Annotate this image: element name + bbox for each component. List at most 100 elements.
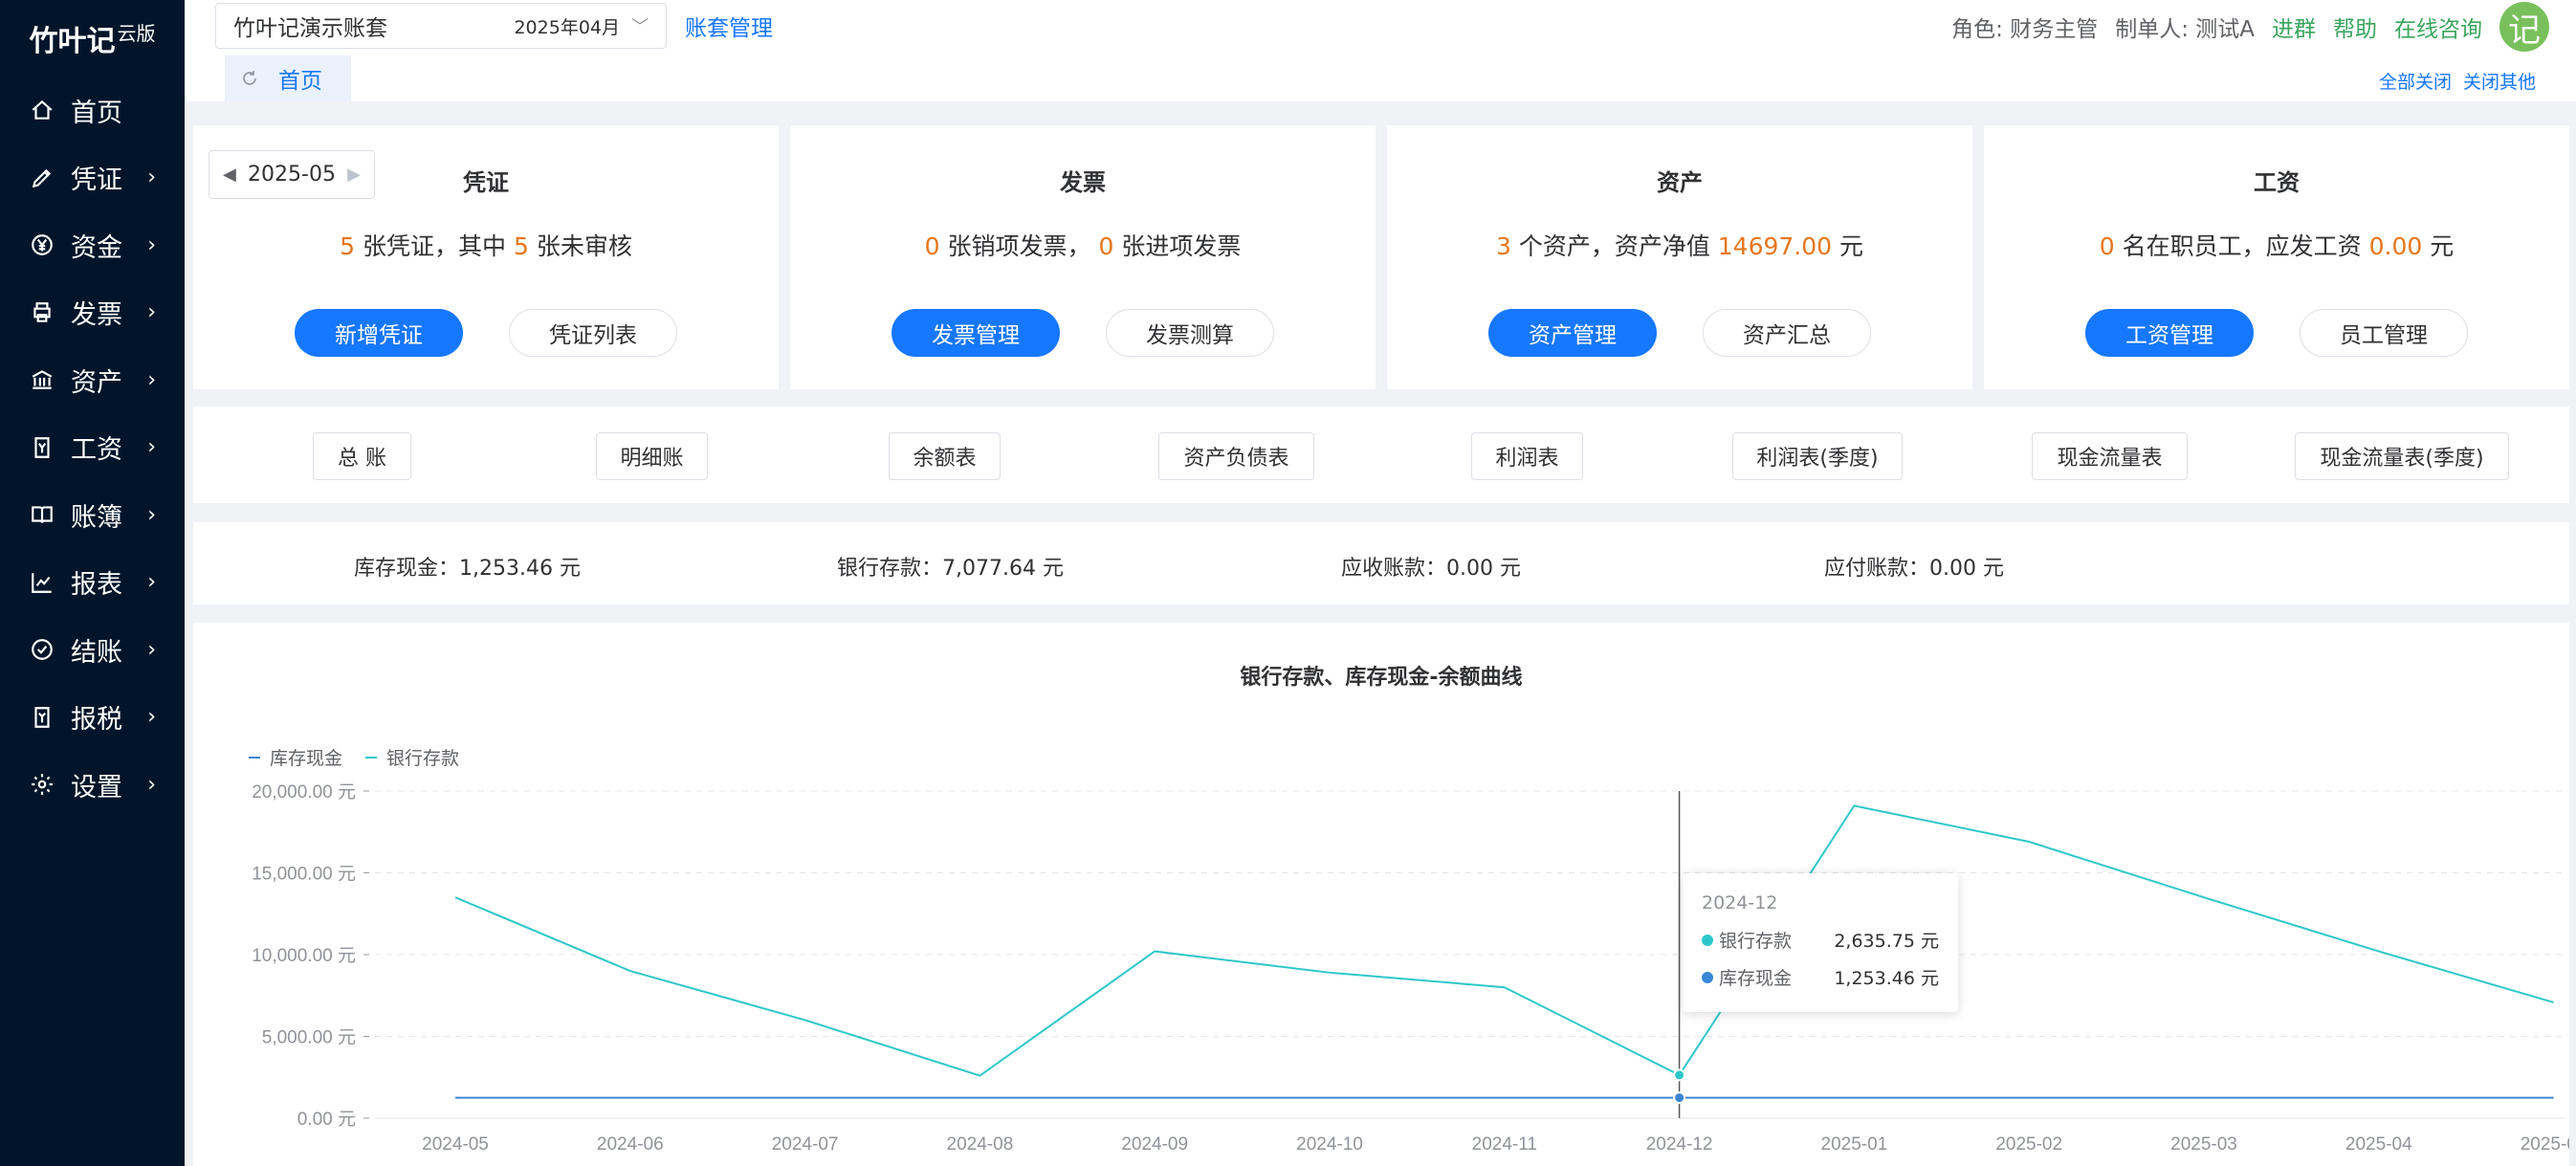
y-tick-label: 20,000.00 元 — [252, 782, 356, 803]
invoice-manage-button[interactable]: 发票管理 — [892, 309, 1060, 357]
x-tick-label: 2024-07 — [772, 1134, 839, 1155]
x-tick-label: 2024-10 — [1296, 1134, 1363, 1155]
tooltip-bank-value: 2,635.75 元 — [1834, 931, 1939, 952]
invoice-stat-text2: 张进项发票 — [1113, 232, 1242, 260]
cash-dot-icon — [1702, 971, 1713, 983]
report-income-quarterly-button[interactable]: 利润表(季度) — [1732, 432, 1903, 480]
y-tick-label: 10,000.00 元 — [252, 946, 356, 966]
sidebar: 竹叶记 云版 首页 凭证 › 资金 › 发票 › 资产 › 工资 › 账簿 › 报表 › 结账 › 报税 › 设置 › — [0, 0, 185, 1166]
tab-home[interactable]: 首页 — [225, 55, 351, 101]
asset-stat: 3 个资产，资产净值 14697.00 元 — [1387, 228, 1972, 262]
report-detail-ledger-button[interactable]: 明细账 — [596, 432, 708, 480]
voucher-list-button[interactable]: 凭证列表 — [509, 309, 677, 357]
brand-name: 竹叶记 — [29, 25, 116, 58]
account-manage-link[interactable]: 账套管理 — [685, 10, 773, 42]
next-period-icon[interactable]: ▶ — [347, 165, 361, 185]
role-label: 角色: 财务主管 — [1951, 17, 2099, 42]
chevron-right-icon: › — [147, 232, 156, 257]
asset-card-title: 资产 — [1657, 169, 1703, 196]
asset-count: 3 — [1495, 232, 1511, 260]
x-tick-label: 2025-05 — [2521, 1134, 2569, 1155]
cash-balance: 库存现金：1,253.46 元 — [354, 557, 581, 581]
balance-line-chart: 0.00 元 5,000.00 元 10,000.00 元 15,000.00 元 20… — [249, 748, 2569, 1155]
tooltip-category: 2024-12 — [1702, 892, 1778, 913]
series-line-1 — [454, 804, 2554, 1077]
prev-period-icon[interactable]: ◀ — [223, 165, 236, 185]
close-other-tabs-link[interactable]: 关闭其他 — [2463, 68, 2536, 94]
receivable-balance: 应收账款：0.00 元 — [1341, 557, 1521, 581]
refresh-icon[interactable] — [240, 69, 259, 88]
header-user-area: 角色: 财务主管 制单人: 测试A 进群 帮助 在线咨询 记 — [1951, 0, 2549, 54]
consult-link[interactable]: 在线咨询 — [2394, 11, 2482, 43]
x-tick-label: 2025-04 — [2345, 1134, 2412, 1155]
sidebar-item-10[interactable]: 设置 › — [0, 751, 185, 819]
tooltip-cash-name: 库存现金 — [1719, 968, 1793, 989]
help-link[interactable]: 帮助 — [2333, 11, 2377, 43]
tooltip-row-bank: 银行存款 2,635.75 元 — [1702, 927, 1939, 953]
invoice-card-title: 发票 — [1060, 169, 1106, 196]
salary-manage-button[interactable]: 工资管理 — [2085, 309, 2254, 357]
close-all-tabs-link[interactable]: 全部关闭 — [2379, 68, 2452, 94]
sidebar-item-7[interactable]: 报表 › — [0, 549, 185, 617]
avatar[interactable]: 记 — [2499, 2, 2549, 52]
x-tick-label: 2024-06 — [597, 1134, 664, 1155]
chevron-right-icon: › — [147, 367, 156, 392]
legend-label: 库存现金 — [270, 748, 342, 769]
bank-balance: 银行存款：7,077.64 元 — [837, 557, 1064, 581]
chevron-down-icon: ﹀ — [631, 17, 649, 37]
report-balance-table-button[interactable]: 余额表 — [889, 432, 1001, 480]
employee-manage-button[interactable]: 员工管理 — [2300, 309, 2468, 357]
invoice-stat-text1: 张销项发票， — [939, 232, 1099, 260]
tooltip-cash-value: 1,253.46 元 — [1834, 968, 1939, 989]
tax-icon — [29, 704, 55, 731]
sidebar-item-3[interactable]: 发票 › — [0, 279, 185, 347]
period-picker[interactable]: ◀ 2025-05 ▶ — [209, 150, 375, 199]
chevron-right-icon: › — [147, 637, 156, 662]
pen-icon — [29, 165, 55, 191]
sidebar-item-5[interactable]: 工资 › — [0, 414, 185, 482]
report-income-button[interactable]: 利润表 — [1471, 432, 1583, 480]
asset-manage-button[interactable]: 资产管理 — [1488, 309, 1657, 357]
join-group-link[interactable]: 进群 — [2272, 11, 2316, 43]
sidebar-item-4[interactable]: 资产 › — [0, 346, 185, 414]
sidebar-item-label: 设置 — [71, 772, 122, 803]
bank-icon — [29, 366, 55, 393]
sidebar-item-9[interactable]: 报税 › — [0, 684, 185, 752]
purchase-invoice-count: 0 — [1098, 232, 1114, 260]
voucher-stat-text1: 张凭证，其中 — [355, 232, 514, 260]
legend-label: 银行存款 — [386, 748, 459, 769]
sidebar-item-8[interactable]: 结账 › — [0, 616, 185, 684]
sidebar-item-label: 报税 — [71, 705, 122, 736]
sidebar-item-6[interactable]: 账簿 › — [0, 481, 185, 549]
add-voucher-button[interactable]: 新增凭证 — [295, 309, 463, 357]
invoice-card: 发票 0 张销项发票， 0 张进项发票 发票管理 发票测算 — [790, 125, 1376, 389]
data-point — [1673, 1091, 1686, 1105]
chevron-right-icon: › — [147, 165, 156, 190]
book-icon — [29, 501, 55, 528]
top-header: 竹叶记演示账套 2025年04月 ﹀ 账套管理 角色: 财务主管 制单人: 测试… — [185, 0, 2576, 101]
chart-icon — [29, 569, 55, 596]
x-tick-label: 2025-02 — [1995, 1134, 2062, 1155]
report-shortcuts: 总 账 明细账 余额表 资产负债表 利润表 利润表(季度) 现金流量表 现金流量… — [193, 407, 2569, 503]
balance-chart-card: 银行存款、库存现金-余额曲线 0.00 元 5,000.00 元 10,000.00… — [193, 623, 2569, 1166]
account-select[interactable]: 竹叶记演示账套 2025年04月 ﹀ — [215, 3, 667, 49]
sidebar-item-label: 首页 — [71, 98, 122, 128]
asset-stat-text1: 个资产，资产净值 — [1510, 232, 1718, 260]
chevron-right-icon: › — [147, 435, 156, 460]
printer-icon — [29, 299, 55, 326]
yen-icon — [29, 231, 55, 258]
sidebar-item-2[interactable]: 资金 › — [0, 211, 185, 279]
invoice-calc-button[interactable]: 发票测算 — [1106, 309, 1274, 357]
voucher-stat: 5 张凭证，其中 5 张未审核 — [193, 228, 779, 262]
y-tick-label: 0.00 元 — [297, 1110, 356, 1130]
report-general-ledger-button[interactable]: 总 账 — [313, 432, 411, 480]
report-cashflow-button[interactable]: 现金流量表 — [2032, 432, 2188, 480]
balance-summary: 库存现金：1,253.46 元 银行存款：7,077.64 元 应收账款：0.0… — [193, 522, 2569, 605]
asset-summary-button[interactable]: 资产汇总 — [1703, 309, 1871, 357]
report-balance-sheet-button[interactable]: 资产负债表 — [1158, 432, 1314, 480]
sidebar-nav: 首页 凭证 › 资金 › 发票 › 资产 › 工资 › 账簿 › 报表 › 结账 › 报税 › 设置 › — [0, 77, 185, 819]
sidebar-item-0[interactable]: 首页 — [0, 77, 185, 144]
sidebar-item-1[interactable]: 凭证 › — [0, 144, 185, 212]
report-cashflow-quarterly-button[interactable]: 现金流量表(季度) — [2295, 432, 2509, 480]
chevron-right-icon: › — [147, 705, 156, 730]
